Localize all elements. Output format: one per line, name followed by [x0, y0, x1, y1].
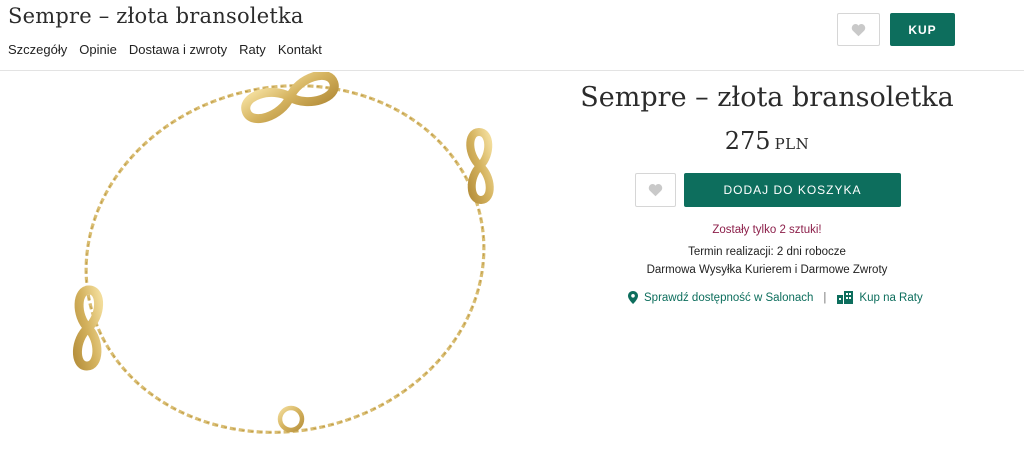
- price-currency: PLN: [774, 135, 810, 153]
- product-title: Sempre – złota bransoletka: [580, 82, 954, 113]
- installments-link[interactable]: Kup na Raty: [837, 291, 923, 304]
- shipping-info: Darmowa Wysyłka Kurierem i Darmowe Zwrot…: [646, 264, 888, 276]
- stock-notice: Zostały tylko 2 sztuki!: [712, 224, 822, 236]
- installments-label: Kup na Raty: [859, 291, 923, 304]
- heart-icon: [851, 23, 866, 36]
- nav-installments[interactable]: Raty: [239, 42, 266, 57]
- section-nav: Szczegóły Opinie Dostawa i zwroty Raty K…: [8, 42, 322, 57]
- check-availability-link[interactable]: Sprawdź dostępność w Salonach: [628, 291, 813, 304]
- product-price: 275 PLN: [560, 127, 974, 155]
- nav-delivery-returns[interactable]: Dostawa i zwroty: [129, 42, 227, 57]
- map-pin-icon: [628, 291, 638, 304]
- header-buy-button[interactable]: KUP: [890, 13, 955, 46]
- extra-links: Sprawdź dostępność w Salonach | Kup na R…: [628, 291, 923, 304]
- sticky-header: Sempre – złota bransoletka Szczegóły Opi…: [0, 0, 1024, 71]
- nav-contact[interactable]: Kontakt: [278, 42, 322, 57]
- product-image: [0, 72, 560, 462]
- lead-time: Termin realizacji: 2 dni robocze: [688, 246, 846, 258]
- check-availability-label: Sprawdź dostępność w Salonach: [644, 291, 814, 304]
- header-wishlist-button[interactable]: [837, 13, 880, 46]
- add-to-cart-button[interactable]: DODAJ DO KOSZYKA: [684, 173, 901, 207]
- bracelet-image: [72, 72, 494, 434]
- product-info: Sempre – złota bransoletka 275 PLN DODAJ …: [560, 72, 974, 462]
- nav-details[interactable]: Szczegóły: [8, 42, 67, 57]
- price-value: 275: [724, 127, 771, 155]
- links-separator: |: [823, 291, 827, 304]
- header-product-title: Sempre – złota bransoletka: [8, 4, 304, 28]
- wishlist-button[interactable]: [635, 173, 676, 207]
- heart-icon: [648, 184, 663, 197]
- nav-reviews[interactable]: Opinie: [79, 42, 117, 57]
- shop-icon: [837, 291, 854, 304]
